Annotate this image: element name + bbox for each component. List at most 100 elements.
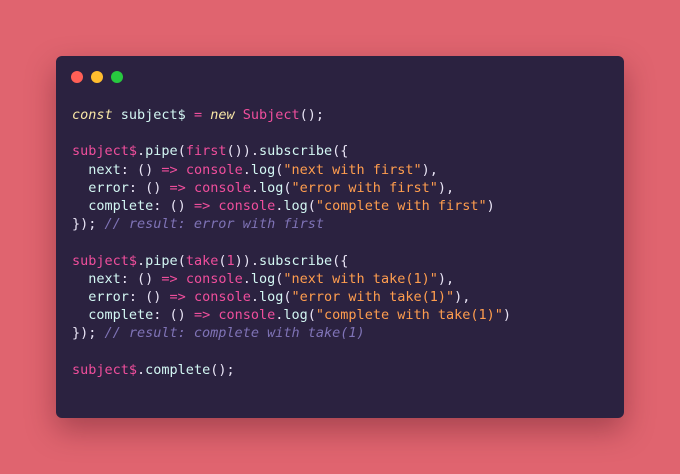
punctuation-token: : () xyxy=(128,288,170,305)
code-line: subject$.pipe(first()).subscribe({ xyxy=(72,142,511,160)
class-name-token: Subject xyxy=(242,107,300,123)
method-token: log xyxy=(283,307,308,324)
method-token: pipe xyxy=(145,143,178,160)
identifier-token: console xyxy=(193,288,251,305)
punctuation-token: ()). xyxy=(226,143,259,160)
punctuation-token: . xyxy=(242,161,251,178)
code-line: complete: () => console.log("complete wi… xyxy=(72,197,511,215)
punctuation-token: ), xyxy=(437,270,455,287)
string-token: "complete with take(1)" xyxy=(315,307,503,324)
string-token: "next with take(1)" xyxy=(283,270,438,287)
keyword-token: const xyxy=(72,107,113,123)
punctuation-token: }); xyxy=(72,216,105,233)
keyword-token: new xyxy=(210,107,235,123)
property-token: error xyxy=(88,288,129,305)
string-token: "next with first" xyxy=(283,161,422,178)
punctuation-token: ( xyxy=(283,288,292,305)
punctuation-token: ({ xyxy=(332,143,349,160)
string-token: "complete with first" xyxy=(315,197,487,214)
code-line: }); // result: complete with take(1) xyxy=(72,324,511,342)
identifier-token: console xyxy=(218,197,276,214)
identifier-token: subject$ xyxy=(72,252,138,269)
code-line: ​ xyxy=(72,124,511,142)
code-line: subject$.complete(); xyxy=(72,361,511,379)
punctuation-token: ), xyxy=(454,288,471,305)
method-token: pipe xyxy=(145,252,178,269)
method-token: complete xyxy=(145,361,211,378)
number-token: 1 xyxy=(226,252,235,269)
window-controls xyxy=(71,71,123,83)
punctuation-token: ), xyxy=(421,161,438,178)
method-token: subscribe xyxy=(259,252,333,269)
code-line: next: () => console.log("next with first… xyxy=(72,161,511,179)
identifier-token: subject$ xyxy=(72,143,138,160)
identifier-token: subject$ xyxy=(72,361,138,378)
punctuation-token: ( xyxy=(307,197,316,214)
close-dot-icon[interactable] xyxy=(71,71,83,83)
identifier-token: console xyxy=(185,161,243,178)
operator-token: => xyxy=(161,270,178,287)
code-block: const subject$ = new Subject();​subject$… xyxy=(72,106,511,379)
punctuation-token: : () xyxy=(153,197,194,214)
method-token: subscribe xyxy=(258,143,333,160)
punctuation-token: : () xyxy=(153,307,194,324)
punctuation-token: : () xyxy=(120,270,162,287)
minimize-dot-icon[interactable] xyxy=(91,71,103,83)
punctuation-token: }); xyxy=(72,325,105,342)
punctuation-token: )). xyxy=(234,252,260,269)
code-line: error: () => console.log("error with tak… xyxy=(72,288,511,306)
maximize-dot-icon[interactable] xyxy=(111,71,123,83)
code-line: subject$.pipe(take(1)).subscribe({ xyxy=(72,252,511,270)
punctuation-token: ( xyxy=(177,143,186,160)
punctuation-token: . xyxy=(250,288,259,305)
identifier-token: console xyxy=(193,179,251,196)
punctuation-token: ( xyxy=(177,252,186,269)
property-token: complete xyxy=(88,307,154,324)
punctuation-token: . xyxy=(137,143,146,160)
operator-token: => xyxy=(161,161,178,178)
punctuation-token: (); xyxy=(210,361,235,378)
punctuation-token: . xyxy=(250,179,259,196)
punctuation-token: : () xyxy=(120,161,162,178)
operator-token: => xyxy=(169,179,186,196)
code-line: ​ xyxy=(72,342,511,360)
punctuation-token: ), xyxy=(437,179,455,196)
operator-token: => xyxy=(169,288,186,305)
punctuation-token: ) xyxy=(502,307,511,324)
identifier-token: console xyxy=(218,307,276,324)
punctuation-token: ( xyxy=(307,307,316,324)
punctuation-token: : () xyxy=(128,179,170,196)
punctuation-token: . xyxy=(137,252,146,269)
property-token: complete xyxy=(88,197,154,214)
identifier-token: console xyxy=(185,270,243,287)
method-token: log xyxy=(250,161,276,178)
identifier-token: take xyxy=(185,252,219,269)
operator-token: => xyxy=(193,197,211,214)
property-token: error xyxy=(88,179,129,196)
property-token: next xyxy=(88,270,121,287)
comment-token: // result: error with first xyxy=(104,216,324,233)
code-line: complete: () => console.log("complete wi… xyxy=(72,306,511,324)
code-window: const subject$ = new Subject();​subject$… xyxy=(56,56,624,418)
property-token: next xyxy=(88,161,121,178)
variable-token: subject$ xyxy=(120,107,186,123)
method-token: log xyxy=(259,288,284,305)
punctuation-token: ) xyxy=(486,197,495,214)
string-token: "error with first" xyxy=(291,179,438,196)
operator-token: = xyxy=(193,107,203,123)
code-line: next: () => console.log("next with take(… xyxy=(72,270,511,288)
identifier-token: first xyxy=(185,143,227,160)
punctuation-token: ({ xyxy=(332,252,349,269)
